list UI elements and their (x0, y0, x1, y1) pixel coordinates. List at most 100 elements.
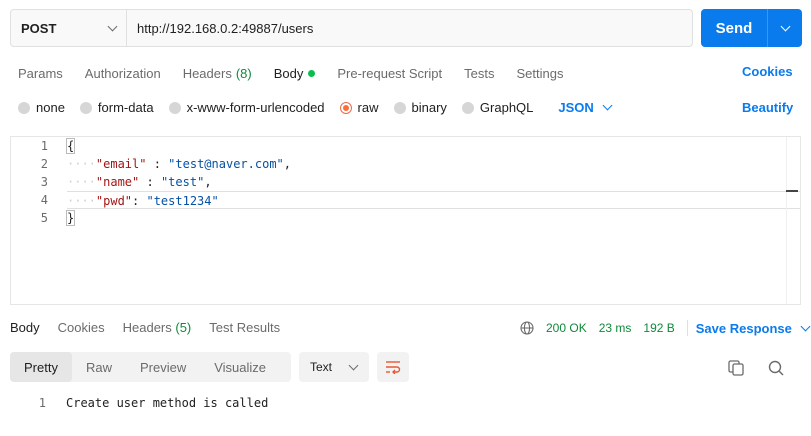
code-line: ····"email" : "test@naver.com", (67, 157, 291, 171)
code-line: } (65, 209, 800, 227)
open-brace: { (65, 138, 76, 154)
json-trail: , (283, 157, 291, 171)
line-number: 4 (40, 193, 48, 207)
line-number: 5 (40, 211, 48, 225)
wrap-lines-button[interactable] (377, 352, 409, 382)
request-tabs: Params Authorization Headers (8) Body Pr… (18, 64, 585, 82)
scrollbar-cursor-marker (786, 190, 798, 192)
radio-binary[interactable]: binary (393, 100, 447, 115)
request-bar: POST http://192.168.0.2:49887/users (10, 9, 693, 47)
json-separator: : (132, 194, 147, 208)
url-value: http://192.168.0.2:49887/users (137, 20, 314, 36)
tab-authorization[interactable]: Authorization (85, 64, 161, 82)
view-preview[interactable]: Preview (126, 352, 200, 382)
radio-label: none (36, 100, 65, 115)
headers-count: (8) (235, 65, 252, 81)
json-value: "test" (160, 175, 205, 189)
search-icon[interactable] (767, 359, 785, 377)
json-value: "test1234" (146, 194, 219, 208)
response-line: 1 Create user method is called (10, 394, 269, 412)
json-key: "pwd" (95, 194, 133, 208)
radio-label: binary (411, 100, 447, 115)
response-tab-body[interactable]: Body (10, 320, 40, 335)
radio-urlencoded[interactable]: x-www-form-urlencoded (168, 100, 325, 115)
send-options-button[interactable] (767, 9, 802, 47)
close-brace: } (65, 210, 76, 226)
save-response-button[interactable]: Save Response (695, 320, 811, 336)
chevron-down-icon (602, 100, 613, 111)
radio-label: GraphQL (479, 100, 534, 115)
radio-none[interactable]: none (18, 100, 65, 115)
globe-icon[interactable] (520, 321, 534, 335)
view-raw[interactable]: Raw (72, 352, 126, 382)
line-number: 2 (40, 157, 48, 171)
status-code[interactable]: 200 OK (546, 321, 587, 335)
chevron-down-icon (780, 21, 790, 31)
response-tab-headers[interactable]: Headers (5) (123, 320, 192, 335)
body-type-options: none form-data x-www-form-urlencoded raw… (18, 100, 613, 115)
response-body: 1 Create user method is called (10, 394, 269, 412)
response-size[interactable]: 192 B (643, 321, 674, 335)
tab-prerequest-script[interactable]: Pre-request Script (337, 64, 442, 82)
response-tab-test-results[interactable]: Test Results (209, 320, 280, 335)
json-key: "email" (95, 157, 147, 171)
format-select[interactable]: Text (299, 352, 369, 382)
cookies-link[interactable]: Cookies (742, 64, 793, 79)
tab-headers-label: Headers (182, 65, 232, 81)
line-number: 1 (40, 139, 48, 153)
chevron-down-icon (107, 21, 118, 31)
wrap-lines-icon (386, 361, 401, 374)
radio-raw[interactable]: raw (339, 100, 379, 115)
code-line-active: ····"pwd": "test1234" (67, 191, 800, 209)
json-value: "test@naver.com" (168, 157, 284, 171)
json-separator: : (139, 175, 161, 189)
json-separator: : (146, 157, 169, 171)
radio-graphql[interactable]: GraphQL (461, 100, 534, 115)
beautify-link[interactable]: Beautify (742, 100, 793, 115)
tab-body[interactable]: Body (274, 64, 316, 82)
radio-circle (79, 101, 92, 114)
view-visualize[interactable]: Visualize (200, 352, 280, 382)
chevron-down-icon (348, 360, 359, 370)
language-select[interactable]: JSON (558, 100, 613, 115)
radio-circle (461, 101, 474, 114)
tab-headers[interactable]: Headers (8) (183, 64, 252, 82)
response-tab-cookies[interactable]: Cookies (58, 320, 105, 335)
body-indicator-dot (308, 69, 316, 77)
tab-body-label: Body (273, 65, 304, 81)
radio-circle (18, 101, 30, 114)
line-gutter: 1 2 3 4 5 (11, 137, 59, 227)
language-label: JSON (558, 100, 594, 115)
code-line: ····"name" : "test", (67, 175, 212, 189)
format-label: Text (310, 360, 333, 374)
url-input[interactable]: http://192.168.0.2:49887/users (127, 10, 692, 46)
line-number: 3 (40, 175, 48, 189)
tab-tests[interactable]: Tests (464, 64, 494, 82)
method-select[interactable]: POST (11, 10, 127, 46)
radio-label: form-data (97, 100, 154, 115)
editor-scrollbar[interactable] (786, 137, 800, 304)
response-text: Create user method is called (66, 396, 269, 410)
tab-params[interactable]: Params (18, 64, 63, 82)
view-pretty[interactable]: Pretty (10, 352, 72, 382)
radio-form-data[interactable]: form-data (79, 100, 154, 115)
send-button[interactable]: Send (701, 9, 767, 47)
request-body-editor[interactable]: 1 2 3 4 5 { ····"email" : "test@naver.co… (10, 136, 801, 305)
response-tab-headers-label: Headers (122, 320, 172, 335)
copy-icon[interactable] (727, 359, 745, 377)
radio-circle (168, 101, 181, 114)
save-response-label: Save Response (695, 320, 792, 336)
response-headers-count: (5) (175, 320, 192, 335)
radio-circle (393, 101, 406, 114)
radio-label: raw (357, 100, 379, 115)
code-line: { (65, 137, 800, 155)
radio-label: x-www-form-urlencoded (186, 100, 325, 115)
tab-settings[interactable]: Settings (516, 64, 563, 82)
code-area: { ····"email" : "test@naver.com", ····"n… (65, 137, 800, 227)
json-trail: , (204, 175, 212, 189)
response-time[interactable]: 23 ms (599, 321, 632, 335)
divider (686, 320, 688, 336)
line-number: 1 (38, 396, 46, 410)
response-stats: 200 OK 23 ms 192 B Save Response (520, 320, 811, 336)
response-view-selector: Pretty Raw Preview Visualize (10, 352, 291, 382)
